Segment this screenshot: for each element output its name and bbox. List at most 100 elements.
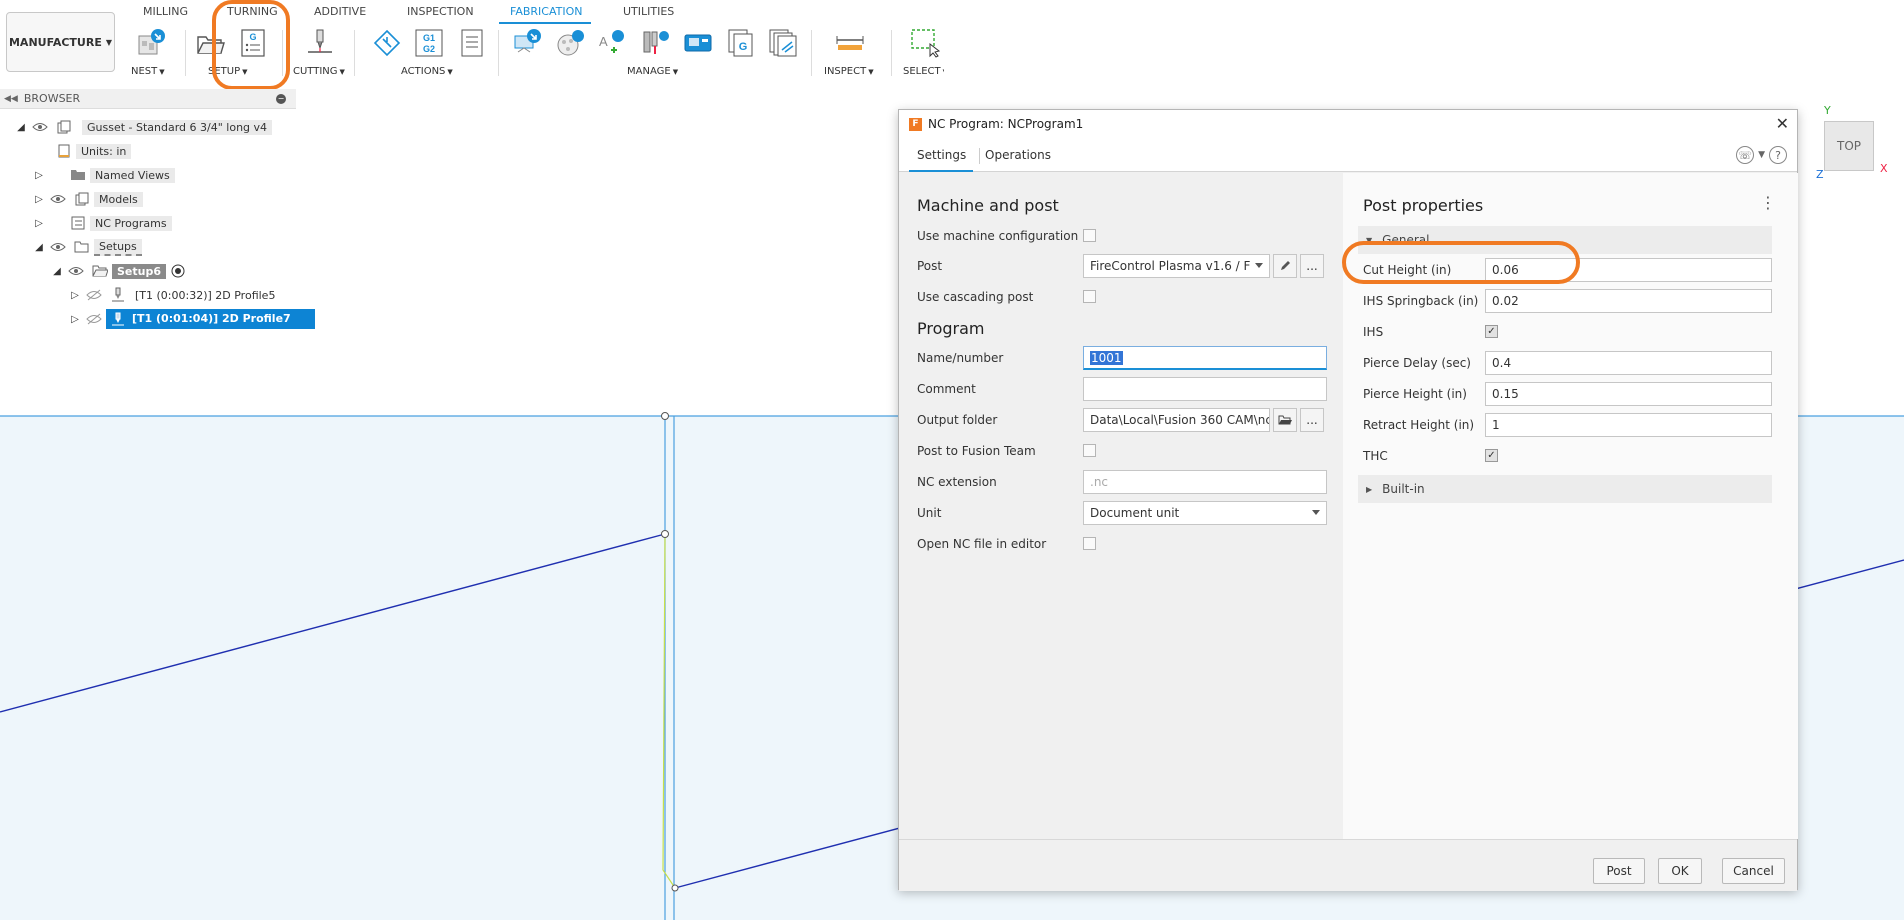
tab-operations[interactable]: Operations: [985, 148, 1051, 162]
group-inspect[interactable]: INSPECT ▼: [824, 66, 874, 77]
tree-setups[interactable]: ◢ Setups: [32, 237, 142, 257]
ihs-checkbox[interactable]: ✓: [1485, 325, 1498, 338]
group-select[interactable]: SELECT▼: [903, 66, 948, 77]
tool-library-icon[interactable]: [512, 28, 542, 58]
svg-text:G: G: [249, 32, 256, 42]
feedback-icon[interactable]: ☏: [1736, 146, 1755, 164]
divider: [354, 30, 355, 76]
collapsed-triangle-icon[interactable]: ▷: [68, 312, 82, 326]
browse-post-button[interactable]: ...: [1300, 254, 1324, 278]
tab-milling[interactable]: MILLING: [143, 5, 188, 18]
tab-additive[interactable]: ADDITIVE: [314, 5, 366, 18]
tree-label: [T1 (0:00:32)] 2D Profile5: [135, 288, 276, 302]
folder-open-icon[interactable]: [195, 28, 225, 58]
tree-nc-programs[interactable]: ▷ NC Programs: [32, 213, 172, 233]
edit-post-button[interactable]: [1273, 254, 1297, 278]
expanded-triangle-icon[interactable]: ◢: [50, 264, 64, 278]
cut-height-input[interactable]: 0.06: [1485, 258, 1772, 282]
cascading-post-label: Use cascading post: [917, 290, 1034, 304]
group-cutting[interactable]: CUTTING ▼: [293, 66, 345, 77]
hidden-eye-icon[interactable]: [85, 287, 103, 303]
post-process-icon[interactable]: G1 G2: [414, 28, 444, 58]
group-setup[interactable]: SETUP ▼: [208, 66, 248, 77]
workspace-switcher[interactable]: MANUFACTURE ▼: [6, 12, 115, 72]
window-select-icon[interactable]: [910, 28, 940, 58]
tree-root[interactable]: ◢ Gusset - Standard 6 3/4" long v4: [14, 117, 273, 137]
group-actions[interactable]: ACTIONS ▼: [401, 66, 453, 77]
group-manage[interactable]: MANAGE ▼: [627, 66, 678, 77]
pierce-delay-label: Pierce Delay (sec): [1363, 356, 1471, 370]
tab-settings[interactable]: Settings: [917, 148, 966, 162]
post-button[interactable]: Post: [1593, 858, 1645, 884]
more-options-icon[interactable]: ⋮: [1760, 193, 1776, 212]
ihs-springback-input[interactable]: 0.02: [1485, 289, 1772, 313]
thc-checkbox[interactable]: ✓: [1485, 449, 1498, 462]
tree-label: Named Views: [90, 167, 175, 183]
retract-height-input[interactable]: 1: [1485, 413, 1772, 437]
hidden-eye-icon[interactable]: [85, 311, 103, 327]
expanded-triangle-icon[interactable]: ◢: [14, 120, 28, 134]
tab-inspection[interactable]: INSPECTION: [407, 5, 474, 18]
tab-utilities[interactable]: UTILITIES: [623, 5, 674, 18]
expanded-triangle-icon[interactable]: ◢: [32, 240, 46, 254]
torch-cut-icon[interactable]: [305, 28, 335, 58]
post-library-icon[interactable]: A: [596, 28, 626, 58]
template-library-icon[interactable]: [555, 28, 585, 58]
active-setup-icon[interactable]: [169, 263, 187, 279]
post-to-team-checkbox[interactable]: [1083, 444, 1096, 457]
tree-operation-profile5[interactable]: ▷ [T1 (0:00:32)] 2D Profile5: [68, 285, 280, 305]
group-general[interactable]: ▼ General: [1358, 226, 1772, 254]
unit-select[interactable]: Document unit: [1083, 501, 1327, 525]
ok-button[interactable]: OK: [1658, 858, 1702, 884]
help-icon[interactable]: ?: [1769, 146, 1787, 164]
nest-icon[interactable]: [136, 28, 166, 58]
nc-extension-input[interactable]: .nc: [1083, 470, 1327, 494]
open-in-editor-checkbox[interactable]: [1083, 537, 1096, 550]
chevron-down-icon[interactable]: ▼: [1758, 150, 1765, 160]
name-number-input[interactable]: 1001: [1083, 346, 1327, 370]
simulate-icon[interactable]: [372, 28, 402, 58]
eye-icon[interactable]: [49, 191, 67, 207]
units-icon: [55, 143, 73, 159]
open-folder-button[interactable]: [1273, 408, 1297, 432]
viewcube[interactable]: TOP: [1824, 121, 1874, 171]
use-machine-config-checkbox[interactable]: [1083, 229, 1096, 242]
tree-models[interactable]: ▷ Models: [32, 189, 143, 209]
cancel-button[interactable]: Cancel: [1722, 858, 1785, 884]
collapsed-triangle-icon[interactable]: ▷: [68, 288, 82, 302]
pierce-height-input[interactable]: 0.15: [1485, 382, 1772, 406]
cascading-post-checkbox[interactable]: [1083, 290, 1096, 303]
group-nest[interactable]: NEST ▼: [131, 66, 165, 77]
tree-units[interactable]: Units: in: [52, 141, 132, 161]
post-process-docs-icon[interactable]: [768, 28, 798, 58]
use-machine-config-label: Use machine configuration: [917, 229, 1079, 243]
tree-setup6[interactable]: ◢ Setup6: [50, 261, 190, 281]
torch-icon: [109, 287, 127, 303]
measure-icon[interactable]: [835, 28, 865, 58]
collapsed-triangle-icon[interactable]: ▷: [32, 192, 46, 206]
nc-document-icon[interactable]: G: [726, 28, 756, 58]
machine-library-icon[interactable]: [640, 28, 670, 58]
dialog-titlebar[interactable]: F NC Program: NCProgram1 ✕: [899, 110, 1797, 138]
machine-icon[interactable]: [683, 28, 713, 58]
minimize-icon[interactable]: −: [276, 93, 286, 104]
group-builtin[interactable]: ▶ Built-in: [1358, 475, 1772, 503]
close-icon[interactable]: ✕: [1776, 114, 1789, 133]
setup-sheet-icon[interactable]: [457, 28, 487, 58]
eye-icon[interactable]: [49, 239, 67, 255]
eye-icon[interactable]: [31, 119, 49, 135]
tab-fabrication[interactable]: FABRICATION: [510, 5, 582, 18]
tab-turning[interactable]: TURNING: [227, 5, 278, 18]
eye-icon[interactable]: [67, 263, 85, 279]
browse-folder-button[interactable]: ...: [1300, 408, 1324, 432]
collapsed-triangle-icon[interactable]: ▷: [32, 216, 46, 230]
output-folder-input[interactable]: Data\Local\Fusion 360 CAM\nc: [1083, 408, 1270, 432]
collapse-panel-icon[interactable]: ◀◀: [4, 94, 18, 104]
nc-program-icon[interactable]: G: [238, 28, 268, 58]
post-select[interactable]: FireControl Plasma v1.6 / Fi: [1083, 254, 1270, 278]
tree-operation-profile7[interactable]: ▷ [T1 (0:01:04)] 2D Profile7: [68, 309, 315, 329]
collapsed-triangle-icon[interactable]: ▷: [32, 168, 46, 182]
pierce-delay-input[interactable]: 0.4: [1485, 351, 1772, 375]
tree-named-views[interactable]: ▷ Named Views: [32, 165, 175, 185]
comment-input[interactable]: [1083, 377, 1327, 401]
